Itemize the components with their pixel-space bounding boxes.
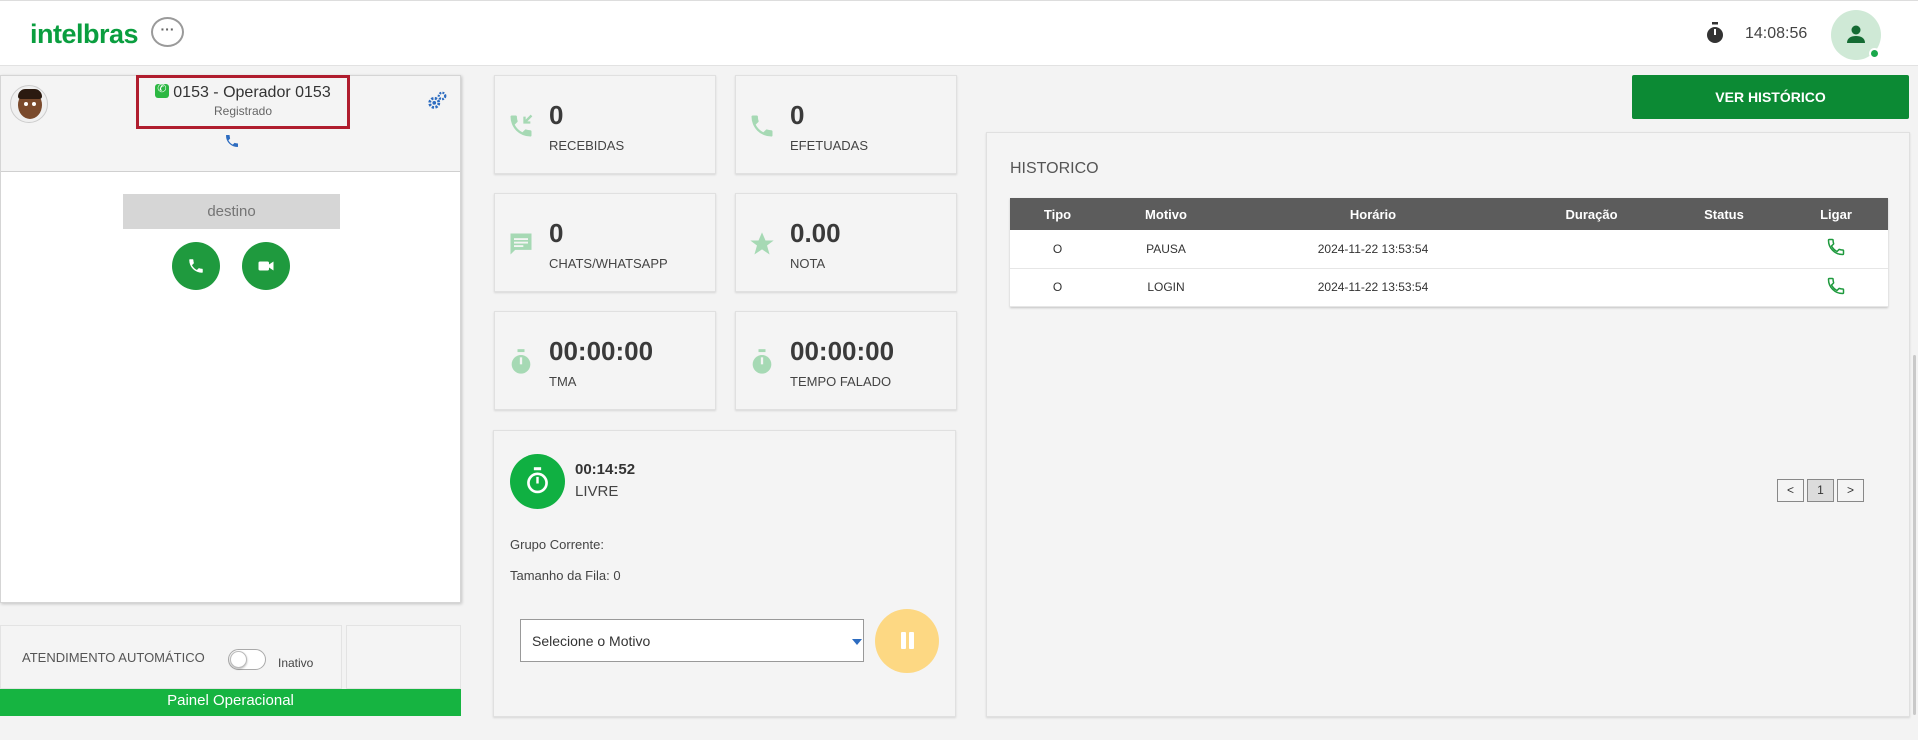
- column-header: Ligar: [1784, 198, 1888, 230]
- phone-icon[interactable]: [224, 133, 240, 149]
- video-camera-icon: [258, 261, 274, 271]
- operator-avatar: [10, 85, 48, 123]
- view-history-button[interactable]: VER HISTÓRICO: [1632, 75, 1909, 119]
- operator-highlight-box: 0153 - Operador 0153 Registrado: [136, 75, 350, 129]
- tma-card: 00:00:00 TMA: [494, 311, 716, 410]
- pause-reason-select[interactable]: Selecione o Motivo: [520, 619, 864, 662]
- cell-duracao: [1519, 230, 1664, 269]
- auto-answer-card: ATENDIMENTO AUTOMÁTICO Inativo: [0, 625, 342, 689]
- painel-operacional-bar[interactable]: Painel Operacional: [0, 689, 461, 716]
- toggle-state-label: Inativo: [278, 656, 314, 670]
- settings-gears-icon[interactable]: [426, 90, 448, 112]
- video-call-button[interactable]: [242, 242, 290, 290]
- received-count: 0: [549, 100, 564, 130]
- cell-ligar: [1784, 268, 1888, 307]
- made-count: 0: [790, 100, 805, 130]
- pause-button[interactable]: [875, 609, 939, 673]
- empty-card: [346, 625, 461, 689]
- pager-prev-button[interactable]: <: [1777, 479, 1804, 502]
- cell-motivo: LOGIN: [1105, 268, 1227, 307]
- cell-motivo: PAUSA: [1105, 230, 1227, 269]
- agent-status-card: 00:14:52 LIVRE Grupo Corrente: Tamanho d…: [493, 430, 956, 717]
- chevron-down-icon: [852, 639, 862, 645]
- cell-status: [1664, 268, 1784, 307]
- phone-icon: [189, 259, 203, 273]
- talk-time-label: TEMPO FALADO: [790, 374, 892, 389]
- call-phone-icon[interactable]: [1826, 276, 1846, 296]
- whatsapp-icon: [155, 82, 170, 98]
- softphone-panel: 0153 - Operador 0153 Registrado: [0, 75, 461, 603]
- stopwatch-icon: [1707, 22, 1723, 43]
- pager-next-button[interactable]: >: [1837, 479, 1864, 502]
- tma-label: TMA: [549, 374, 577, 389]
- auto-answer-toggle[interactable]: [228, 649, 266, 670]
- voice-call-button[interactable]: [172, 242, 220, 290]
- cell-ligar: [1784, 230, 1888, 269]
- column-header: Horário: [1227, 198, 1519, 230]
- online-status-dot: [1869, 48, 1880, 59]
- phone-icon: [751, 115, 773, 137]
- received-label: RECEBIDAS: [549, 138, 625, 153]
- stopwatch-icon: [527, 467, 548, 494]
- softphone-header: 0153 - Operador 0153 Registrado: [1, 75, 460, 172]
- column-header: Motivo: [1105, 198, 1227, 230]
- rating-label: NOTA: [790, 256, 826, 271]
- queue-size-label: Tamanho da Fila: 0: [510, 568, 621, 583]
- cell-tipo: O: [1010, 268, 1105, 307]
- column-header: Tipo: [1010, 198, 1105, 230]
- status-timer-badge: [510, 454, 565, 509]
- table-header-row: Tipo Motivo Horário Duração Status Ligar: [1010, 198, 1888, 230]
- status-state: LIVRE: [575, 483, 619, 500]
- made-label: EFETUADAS: [790, 138, 869, 153]
- table-row: O PAUSA 2024-11-22 13:53:54: [1010, 230, 1888, 269]
- cell-duracao: [1519, 268, 1664, 307]
- chat-bubble-icon: ···: [151, 17, 184, 47]
- stopwatch-icon: [511, 349, 531, 374]
- chats-count: 0: [549, 218, 564, 248]
- current-group-label: Grupo Corrente:: [510, 537, 604, 552]
- made-calls-card: 0 EFETUADAS: [735, 75, 957, 174]
- call-phone-icon[interactable]: [1826, 237, 1846, 257]
- rating-card: 0.00 NOTA: [735, 193, 957, 292]
- stopwatch-icon: [752, 349, 772, 374]
- top-bar: intelbras ··· 14:08:56: [0, 0, 1918, 66]
- cell-horario: 2024-11-22 13:53:54: [1227, 230, 1519, 269]
- page-scrollbar[interactable]: [1913, 355, 1916, 715]
- incoming-call-icon: [510, 114, 533, 137]
- chat-icon: [510, 233, 532, 255]
- pause-reason-value: Selecione o Motivo: [532, 633, 651, 649]
- registration-status: Registrado: [213, 104, 273, 118]
- cell-status: [1664, 230, 1784, 269]
- column-header: Status: [1664, 198, 1784, 230]
- cell-horario: 2024-11-22 13:53:54: [1227, 268, 1519, 307]
- history-card: HISTORICO Tipo Motivo Horário Duração St…: [986, 132, 1910, 717]
- intelbras-logo: intelbras: [30, 19, 139, 49]
- chats-label: CHATS/WHATSAPP: [549, 256, 668, 271]
- rating-value: 0.00: [790, 218, 841, 248]
- clock-display: 14:08:56: [1745, 25, 1808, 42]
- star-icon: [750, 232, 774, 255]
- cell-tipo: O: [1010, 230, 1105, 269]
- history-table: Tipo Motivo Horário Duração Status Ligar…: [1010, 198, 1888, 307]
- person-icon: [1847, 25, 1865, 43]
- table-row: O LOGIN 2024-11-22 13:53:54: [1010, 268, 1888, 307]
- history-title: HISTORICO: [1010, 160, 1099, 177]
- column-header: Duração: [1519, 198, 1664, 230]
- destination-input[interactable]: [123, 194, 340, 229]
- pager-page-1[interactable]: 1: [1807, 479, 1834, 502]
- chats-card: 0 CHATS/WHATSAPP: [494, 193, 716, 292]
- operator-name: 0153 - Operador 0153: [139, 82, 347, 102]
- status-elapsed-time: 00:14:52: [575, 461, 636, 478]
- talk-time-value: 00:00:00: [790, 336, 895, 366]
- talk-time-card: 00:00:00 TEMPO FALADO: [735, 311, 957, 410]
- auto-answer-label: ATENDIMENTO AUTOMÁTICO: [22, 650, 205, 665]
- tma-value: 00:00:00: [549, 336, 654, 366]
- received-calls-card: 0 RECEBIDAS: [494, 75, 716, 174]
